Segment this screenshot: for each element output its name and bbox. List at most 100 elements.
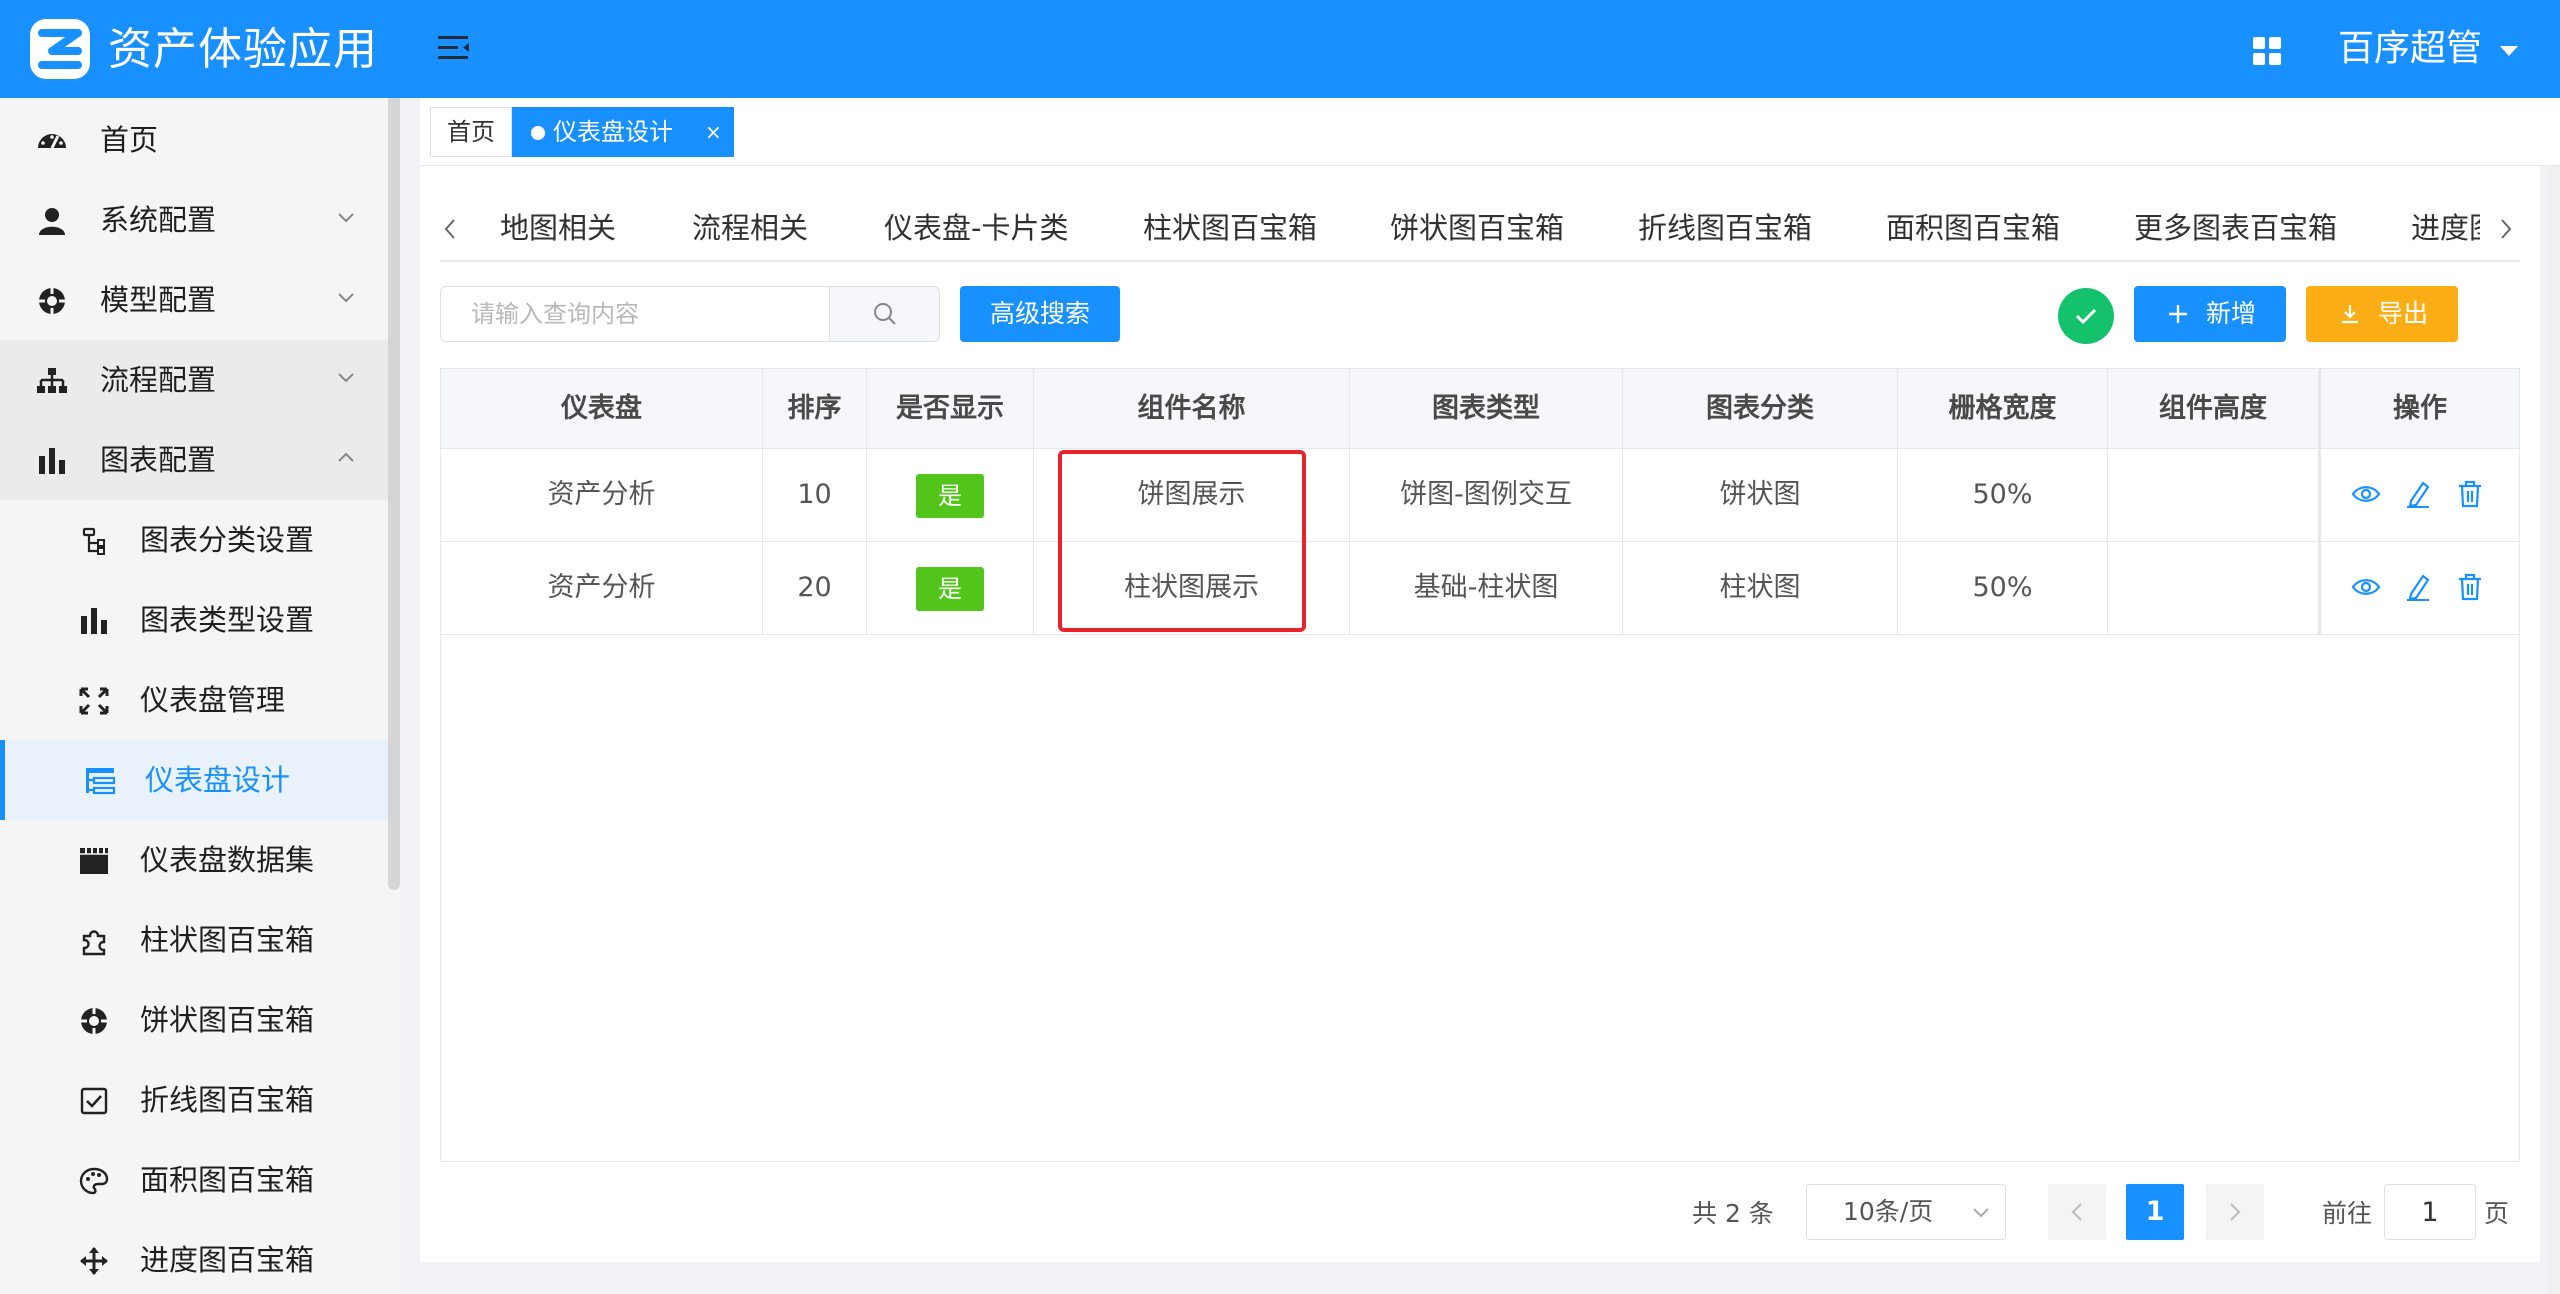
- next-page-button[interactable]: [2206, 1184, 2264, 1240]
- tab-dashboard-design[interactable]: 仪表盘设计 ×: [512, 107, 734, 157]
- chevron-left-icon[interactable]: [440, 214, 460, 244]
- check-icon: [2075, 308, 2097, 325]
- user-menu[interactable]: 百序超管: [2338, 26, 2482, 72]
- move-icon: [80, 1247, 108, 1275]
- user-icon: [39, 208, 65, 235]
- category-tab[interactable]: 面积图百宝箱: [1886, 200, 2060, 256]
- sidebar-item-pie-toolbox[interactable]: 饼状图百宝箱: [0, 980, 390, 1060]
- sidebar-item-chart-category[interactable]: 图表分类设置: [0, 500, 390, 580]
- sidebar-item-label: 仪表盘数据集: [140, 843, 315, 877]
- export-button[interactable]: 导出: [2306, 286, 2458, 342]
- delete-icon[interactable]: [2455, 572, 2485, 602]
- film-icon: [80, 848, 108, 874]
- delete-icon[interactable]: [2455, 479, 2485, 509]
- category-tab[interactable]: 流程相关: [692, 200, 808, 256]
- search-group: [440, 286, 940, 342]
- sidebar-item-label: 图表类型设置: [140, 603, 315, 637]
- sidebar-item-bar-toolbox[interactable]: 柱状图百宝箱: [0, 900, 390, 980]
- fixed-column-divider: [2319, 369, 2321, 635]
- sidebar-item-home[interactable]: 首页: [0, 100, 390, 180]
- search-button[interactable]: [829, 287, 939, 341]
- page-scrollbar[interactable]: [2548, 166, 2560, 1294]
- column-header: 是否显示: [867, 369, 1034, 449]
- chevron-down-icon: [338, 293, 354, 303]
- goto-page-input[interactable]: [2384, 1184, 2476, 1240]
- sidebar-item-label: 首页: [100, 123, 159, 157]
- close-icon[interactable]: ×: [705, 108, 722, 156]
- tree-icon: [82, 527, 105, 555]
- sidebar-item-model-config[interactable]: 模型配置: [0, 260, 390, 340]
- sidebar-item-area-toolbox[interactable]: 面积图百宝箱: [0, 1140, 390, 1220]
- lifebuoy-icon: [39, 288, 65, 314]
- page-number[interactable]: 1: [2126, 1184, 2184, 1240]
- sidebar-item-system-config[interactable]: 系统配置: [0, 180, 390, 260]
- column-header: 组件名称: [1034, 369, 1350, 449]
- category-tab[interactable]: 仪表盘-卡片类: [884, 200, 1068, 256]
- lifebuoy-icon: [81, 1008, 107, 1034]
- view-icon[interactable]: [2351, 572, 2381, 602]
- search-icon: [874, 303, 896, 325]
- sidebar-item-line-toolbox[interactable]: 折线图百宝箱: [0, 1060, 390, 1140]
- tab-home[interactable]: 首页: [430, 107, 512, 157]
- bar-chart-icon: [39, 448, 65, 474]
- chevron-down-icon: [338, 373, 354, 383]
- menu-collapse-icon[interactable]: [436, 32, 472, 64]
- edit-icon[interactable]: [2403, 572, 2433, 602]
- search-input[interactable]: [441, 287, 829, 341]
- sidebar-item-dashboard-design[interactable]: 仪表盘设计: [0, 740, 390, 820]
- chevron-right-icon[interactable]: [2496, 214, 2516, 244]
- chevron-up-icon: [338, 452, 354, 462]
- prev-page-button[interactable]: [2048, 1184, 2106, 1240]
- advanced-search-button[interactable]: 高级搜索: [960, 286, 1120, 342]
- apps-grid-icon[interactable]: [2252, 36, 2282, 66]
- status-badge: 是: [916, 566, 984, 611]
- cell-category: 柱状图: [1623, 542, 1898, 635]
- cell-dashboard: 资产分析: [441, 542, 763, 635]
- sidebar-item-chart-config[interactable]: 图表配置: [0, 420, 390, 500]
- category-tab[interactable]: 进度图: [2411, 200, 2480, 256]
- category-tab[interactable]: 更多图表百宝箱: [2134, 200, 2337, 256]
- download-icon: [2342, 305, 2358, 324]
- sidebar-item-label: 模型配置: [100, 283, 217, 317]
- annotation-highlight-box: [1058, 450, 1306, 632]
- confirm-button[interactable]: [2058, 288, 2114, 344]
- data-table: 仪表盘 排序 是否显示 组件名称 图表类型 图表分类 栅格宽度 组件高度 操作 …: [440, 368, 2520, 1162]
- view-icon[interactable]: [2351, 479, 2381, 509]
- chevron-down-icon: [1973, 1208, 1989, 1218]
- sidebar-item-dashboard-manage[interactable]: 仪表盘管理: [0, 660, 390, 740]
- tab-label: 仪表盘设计: [553, 118, 673, 146]
- status-badge: 是: [916, 473, 984, 518]
- edit-icon[interactable]: [2403, 479, 2433, 509]
- sitemap-icon: [37, 368, 67, 393]
- category-tab[interactable]: 柱状图百宝箱: [1143, 200, 1317, 256]
- add-button[interactable]: 新增: [2134, 286, 2286, 342]
- chevron-down-icon: [338, 213, 354, 223]
- category-tab[interactable]: 饼状图百宝箱: [1390, 200, 1564, 256]
- column-header: 仪表盘: [441, 369, 763, 449]
- sidebar-item-flow-config[interactable]: 流程配置: [0, 340, 390, 420]
- page-size-select[interactable]: 10条/页: [1806, 1184, 2006, 1240]
- chevron-right-icon: [2230, 1203, 2241, 1221]
- sidebar-item-dashboard-dataset[interactable]: 仪表盘数据集: [0, 820, 390, 900]
- category-tab[interactable]: 地图相关: [500, 200, 616, 256]
- sidebar-item-label: 柱状图百宝箱: [140, 923, 315, 957]
- sidebar-item-progress-toolbox[interactable]: 进度图百宝箱: [0, 1220, 390, 1294]
- cell-category: 饼状图: [1623, 449, 1898, 542]
- cell-actions: [2321, 449, 2519, 542]
- sidebar-item-label: 折线图百宝箱: [140, 1083, 315, 1117]
- sidebar-scrollbar[interactable]: [388, 98, 400, 890]
- category-tab[interactable]: 折线图百宝箱: [1638, 200, 1812, 256]
- caret-down-icon[interactable]: [2500, 46, 2518, 56]
- puzzle-icon: [82, 930, 106, 956]
- column-header: 图表分类: [1623, 369, 1898, 449]
- sidebar-item-label: 图表分类设置: [140, 523, 315, 557]
- tags-view-bar: 首页 仪表盘设计 ×: [420, 98, 2560, 166]
- cell-width: 50%: [1898, 542, 2108, 635]
- sidebar-item-label: 图表配置: [100, 443, 217, 477]
- cell-actions: [2321, 542, 2519, 635]
- sidebar-item-label: 流程配置: [100, 363, 217, 397]
- sidebar-item-chart-type[interactable]: 图表类型设置: [0, 580, 390, 660]
- sidebar-item-label: 进度图百宝箱: [140, 1243, 315, 1277]
- expand-icon: [79, 687, 109, 715]
- page-size-value: 10条/页: [1843, 1197, 1934, 1226]
